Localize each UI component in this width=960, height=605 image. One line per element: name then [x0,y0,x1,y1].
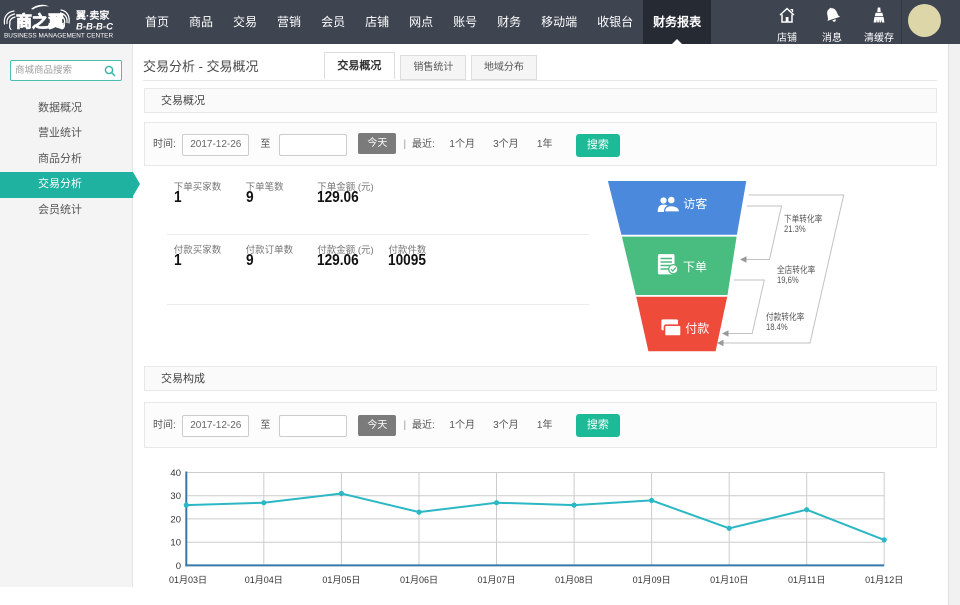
svg-text:01月04日: 01月04日 [245,575,283,585]
svg-text:01月09日: 01月09日 [633,575,671,585]
svg-text:访客: 访客 [683,196,707,211]
svg-text:01月11日: 01月11日 [788,575,825,585]
svg-text:商之翼: 商之翼 [16,12,64,31]
svg-text:01月06日: 01月06日 [400,575,438,585]
svg-text:20: 20 [170,514,181,525]
svg-text:0: 0 [176,561,181,572]
svg-text:下单: 下单 [683,260,707,274]
svg-text:01月08日: 01月08日 [555,575,593,585]
svg-text:翼·卖家: 翼·卖家 [75,9,110,22]
svg-text:B-B-B-C: B-B-B-C [76,22,113,33]
svg-text:30: 30 [170,491,181,502]
svg-text:01月10日: 01月10日 [710,575,748,585]
svg-text:01月07日: 01月07日 [477,575,515,585]
svg-text:付款: 付款 [685,321,709,335]
svg-text:01月05日: 01月05日 [322,575,360,585]
svg-text:40: 40 [170,468,181,479]
svg-text:01月12日: 01月12日 [865,575,903,585]
svg-text:01月03日: 01月03日 [169,575,207,585]
svg-text:10: 10 [170,538,181,549]
svg-text:BUSINESS MANAGEMENT CENTER: BUSINESS MANAGEMENT CENTER [4,33,113,40]
